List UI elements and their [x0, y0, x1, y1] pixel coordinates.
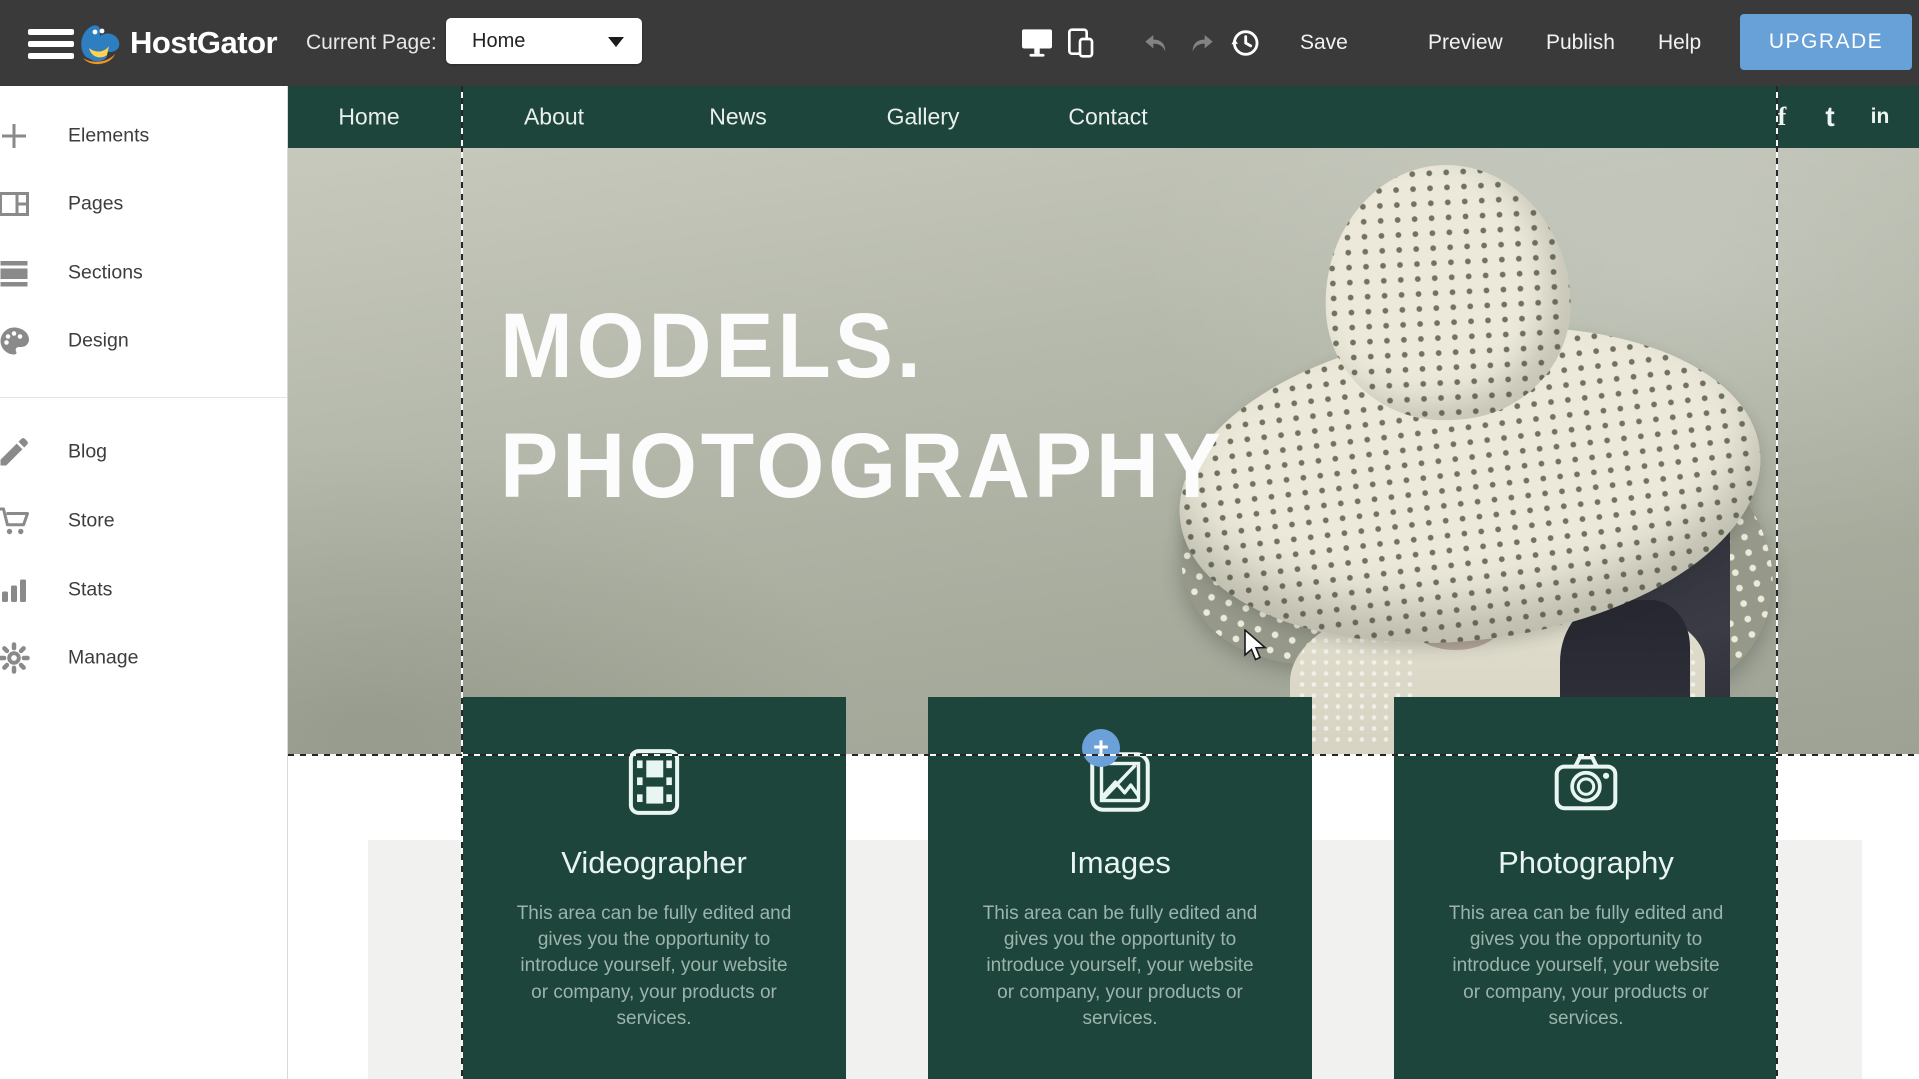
top-toolbar: HostGator Current Page: Home Save Pre [0, 0, 1919, 86]
hero-section[interactable]: MODELS. PHOTOGRAPHY [288, 148, 1919, 756]
gator-mascot-icon [76, 19, 124, 67]
chevron-down-icon [608, 37, 624, 47]
card-title: Videographer [462, 845, 846, 881]
page-select-dropdown[interactable]: Home [446, 18, 642, 64]
selection-outline-bottom [288, 754, 1919, 756]
history-icon[interactable] [1228, 26, 1262, 60]
hamburger-icon[interactable] [28, 29, 74, 59]
twitter-icon[interactable]: t [1825, 101, 1834, 133]
site-preview-canvas: Home About News Gallery Contact f t in [288, 86, 1919, 1079]
facebook-icon[interactable]: f [1778, 102, 1787, 132]
card-body: This area can be fully edited and gives … [1448, 901, 1724, 1032]
selection-outline-right [1776, 86, 1778, 1079]
card-title: Images [928, 845, 1312, 881]
card-title: Photography [1394, 845, 1778, 881]
preview-button[interactable]: Preview [1428, 31, 1503, 55]
editor-sidebar: Elements Pages Sections De [0, 86, 288, 1079]
sidebar-item-pages[interactable]: Pages [0, 184, 287, 224]
undo-icon[interactable] [1140, 27, 1172, 59]
sidebar-item-blog[interactable]: Blog [0, 432, 287, 472]
card-body: This area can be fully edited and gives … [982, 901, 1258, 1032]
sidebar-item-elements[interactable]: Elements [0, 116, 287, 156]
hostgator-builder-window: HostGator Current Page: Home Save Pre [0, 0, 1919, 1079]
film-icon [617, 745, 691, 819]
site-nav-about[interactable]: About [524, 104, 584, 131]
hero-title[interactable]: MODELS. PHOTOGRAPHY [500, 286, 1225, 526]
site-nav-gallery[interactable]: Gallery [887, 104, 960, 131]
sidebar-item-sections[interactable]: Sections [0, 253, 287, 293]
site-navbar: Home About News Gallery Contact f t in [288, 86, 1919, 148]
desktop-icon[interactable] [1020, 28, 1054, 58]
sidebar-label: Sections [68, 262, 143, 285]
sidebar-label: Pages [68, 193, 123, 216]
sidebar-item-store[interactable]: Store [0, 501, 287, 541]
mobile-icon[interactable] [1064, 27, 1096, 59]
site-nav-news[interactable]: News [709, 104, 767, 131]
linkedin-icon[interactable]: in [1871, 105, 1890, 129]
publish-button[interactable]: Publish [1546, 31, 1615, 55]
pages-icon [0, 186, 32, 222]
pencil-icon [0, 434, 32, 470]
hostgator-logo: HostGator [76, 17, 277, 69]
add-image-badge[interactable]: + [1082, 729, 1120, 767]
sidebar-label: Blog [68, 441, 107, 464]
selection-outline-left [461, 86, 463, 1079]
save-button[interactable]: Save [1300, 31, 1348, 55]
hero-title-line2: PHOTOGRAPHY [500, 406, 1225, 526]
sidebar-item-manage[interactable]: Manage [0, 638, 287, 678]
plus-icon [0, 118, 32, 154]
current-page-label: Current Page: [306, 31, 437, 55]
redo-icon[interactable] [1186, 27, 1218, 59]
palette-icon [0, 323, 32, 359]
sidebar-label: Store [68, 510, 115, 533]
page-select-value: Home [472, 30, 525, 53]
bar-chart-icon [0, 572, 32, 608]
sidebar-label: Stats [68, 579, 112, 602]
help-button[interactable]: Help [1658, 31, 1701, 55]
sidebar-item-stats[interactable]: Stats [0, 570, 287, 610]
gear-icon [0, 640, 32, 676]
cart-icon [0, 503, 32, 539]
site-nav-contact[interactable]: Contact [1068, 104, 1147, 131]
sidebar-divider [0, 397, 287, 398]
upgrade-button[interactable]: UPGRADE [1740, 14, 1912, 70]
brand-name: HostGator [130, 25, 277, 61]
sidebar-label: Manage [68, 647, 138, 670]
site-nav-home[interactable]: Home [338, 104, 399, 131]
hero-title-line1: MODELS. [500, 286, 1225, 406]
card-body: This area can be fully edited and gives … [516, 901, 792, 1032]
camera-icon [1549, 745, 1623, 819]
sidebar-label: Design [68, 330, 129, 353]
sidebar-item-design[interactable]: Design [0, 321, 287, 361]
sidebar-label: Elements [68, 125, 149, 148]
sections-icon [0, 255, 32, 291]
